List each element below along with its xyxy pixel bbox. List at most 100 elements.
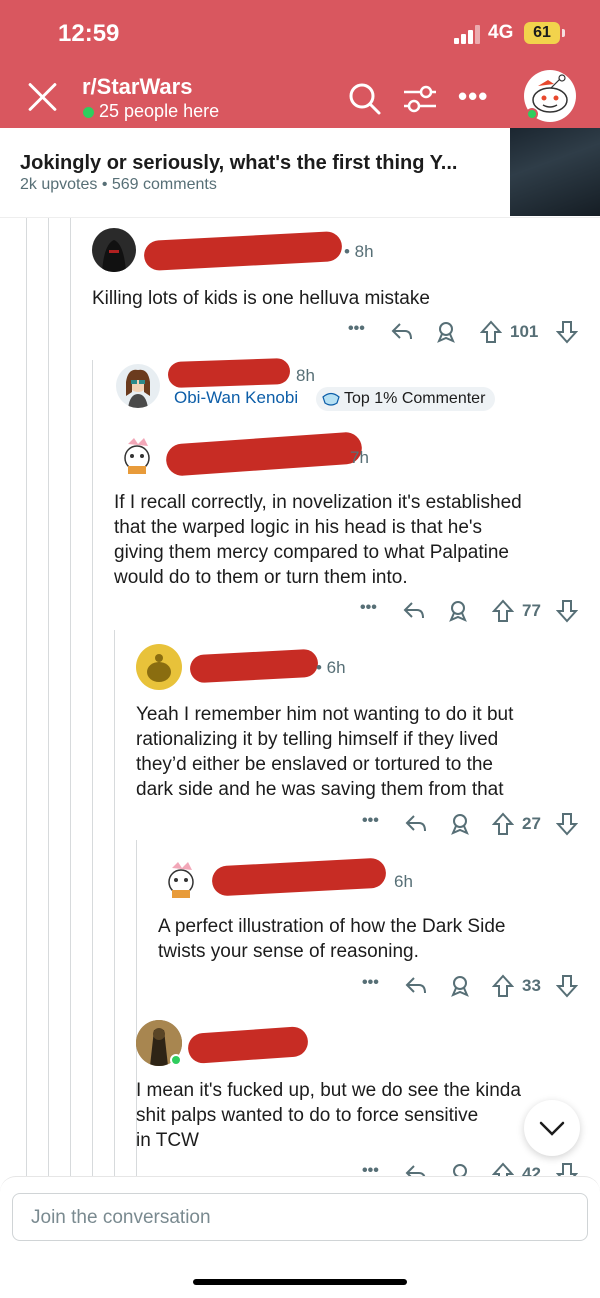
award-icon[interactable] (448, 1162, 472, 1176)
vote-count: 33 (522, 976, 541, 995)
upvote-icon[interactable] (480, 320, 502, 344)
post-summary[interactable]: Jokingly or seriously, what's the first … (0, 128, 600, 218)
reply-icon[interactable] (390, 320, 414, 344)
more-icon[interactable]: ••• (362, 812, 379, 830)
comment-body: A perfect illustration of how the Dark S… (158, 914, 505, 964)
redacted-username[interactable] (165, 431, 363, 477)
comment-line: rationalizing it by telling himself if t… (136, 729, 499, 750)
close-button[interactable] (26, 80, 60, 114)
comment-body: If I recall correctly, in novelization i… (114, 490, 522, 590)
redacted-username[interactable] (211, 857, 387, 897)
comment-actions: ••• 77 (352, 599, 592, 625)
online-indicator-icon (83, 107, 94, 118)
user-flair: Obi-Wan Kenobi (174, 388, 299, 407)
comment-line: that the warped logic in his head is tha… (114, 517, 483, 538)
vote-count: 101 (510, 322, 539, 341)
composer-placeholder: Join the conversation (31, 1207, 211, 1228)
comment-line: twists your sense of reasoning. (158, 941, 419, 962)
avatar[interactable] (92, 228, 136, 272)
downvote-icon[interactable] (556, 599, 578, 623)
post-thumbnail[interactable] (510, 128, 600, 216)
upvote-icon[interactable] (492, 974, 514, 998)
search-icon[interactable] (348, 82, 382, 116)
more-icon[interactable]: ••• (362, 974, 379, 992)
comment-time: • 8h (344, 242, 374, 261)
post-title[interactable]: Jokingly or seriously, what's the first … (20, 152, 457, 175)
avatar[interactable] (136, 644, 182, 690)
home-indicator[interactable] (193, 1279, 407, 1285)
status-bar: 12:59 4G 61 (0, 0, 600, 66)
award-icon[interactable] (448, 812, 472, 836)
online-indicator-icon (170, 1054, 182, 1066)
downvote-icon[interactable] (556, 974, 578, 998)
subreddit-name[interactable]: r/StarWars (82, 74, 192, 100)
more-icon[interactable]: ••• (348, 320, 365, 338)
comment-body: Killing lots of kids is one helluva mist… (92, 288, 430, 309)
award-icon[interactable] (446, 599, 470, 623)
comment-body: I mean it's fucked up, but we do see the… (136, 1078, 521, 1153)
chevron-down-icon[interactable] (524, 1100, 580, 1156)
upvote-icon[interactable] (492, 812, 514, 836)
comment-actions: ••• 42 (354, 1162, 590, 1176)
user-online-icon (526, 108, 538, 120)
comment-line: in TCW (136, 1130, 199, 1151)
comment-time: 7h (350, 448, 369, 467)
reply-icon[interactable] (404, 1162, 428, 1176)
award-icon[interactable] (448, 974, 472, 998)
avatar[interactable] (114, 432, 160, 478)
upvote-icon[interactable] (492, 1162, 514, 1176)
vote-count: 77 (522, 601, 541, 620)
thread-line[interactable] (70, 218, 71, 1176)
signal-icon (454, 24, 482, 44)
top-commenter-badge: Top 1% Commenter (316, 387, 496, 411)
comment-actions: ••• 27 (354, 812, 590, 838)
comment-line: they’d either be enslaved or tortured to… (136, 754, 494, 775)
comment-line: shit palps wanted to do to force sensiti… (136, 1105, 479, 1126)
vote-count: 42 (522, 1164, 541, 1176)
redacted-username[interactable] (167, 357, 291, 389)
comment-time: 6h (394, 872, 413, 891)
comment-line: dark side and he was saving them from th… (136, 779, 504, 800)
more-icon[interactable]: ••• (360, 599, 377, 617)
subreddit-header: 12:59 4G 61 r/StarWars 25 people here ••… (0, 0, 600, 128)
comment-line: Yeah I remember him not wanting to do it… (136, 704, 514, 725)
avatar[interactable] (116, 364, 160, 408)
battery-icon: 61 (524, 22, 560, 44)
comment-line: would do to them or turn them into. (114, 567, 408, 588)
thread-line[interactable] (114, 630, 115, 1176)
online-count: 25 people here (99, 101, 220, 121)
comment-time: 8h (296, 366, 315, 385)
battery-tip (562, 29, 565, 37)
downvote-icon[interactable] (556, 320, 578, 344)
comment-line: A perfect illustration of how the Dark S… (158, 916, 506, 937)
post-meta: 2k upvotes • 569 comments (20, 176, 217, 193)
reply-icon[interactable] (402, 599, 426, 623)
redacted-username[interactable] (143, 230, 343, 272)
avatar[interactable] (158, 856, 204, 902)
downvote-icon[interactable] (556, 812, 578, 836)
award-icon[interactable] (434, 320, 458, 344)
reply-icon[interactable] (404, 812, 428, 836)
status-time: 12:59 (58, 20, 120, 47)
thread-line[interactable] (48, 218, 49, 1176)
comment-time: • 6h (316, 658, 346, 677)
downvote-icon[interactable] (556, 1162, 578, 1176)
more-options-icon[interactable]: ••• (458, 83, 492, 110)
comment-line: If I recall correctly, in novelization i… (114, 492, 522, 513)
thread-line[interactable] (26, 218, 27, 1176)
redacted-username[interactable] (189, 648, 319, 684)
reply-icon[interactable] (404, 974, 428, 998)
comment-body: Yeah I remember him not wanting to do it… (136, 702, 513, 802)
comment-actions: ••• 101 (340, 320, 590, 346)
filter-icon[interactable] (402, 84, 438, 114)
thread-line[interactable] (92, 360, 93, 1176)
redacted-username[interactable] (187, 1025, 309, 1065)
more-icon[interactable]: ••• (362, 1162, 379, 1176)
comment-actions: ••• 33 (354, 974, 590, 1000)
vote-count: 27 (522, 814, 541, 833)
join-conversation-input[interactable]: Join the conversation (12, 1193, 588, 1241)
badge-label: Top 1% Commenter (344, 390, 486, 407)
network-type: 4G (488, 22, 514, 43)
upvote-icon[interactable] (492, 599, 514, 623)
comment-line: I mean it's fucked up, but we do see the… (136, 1080, 521, 1101)
